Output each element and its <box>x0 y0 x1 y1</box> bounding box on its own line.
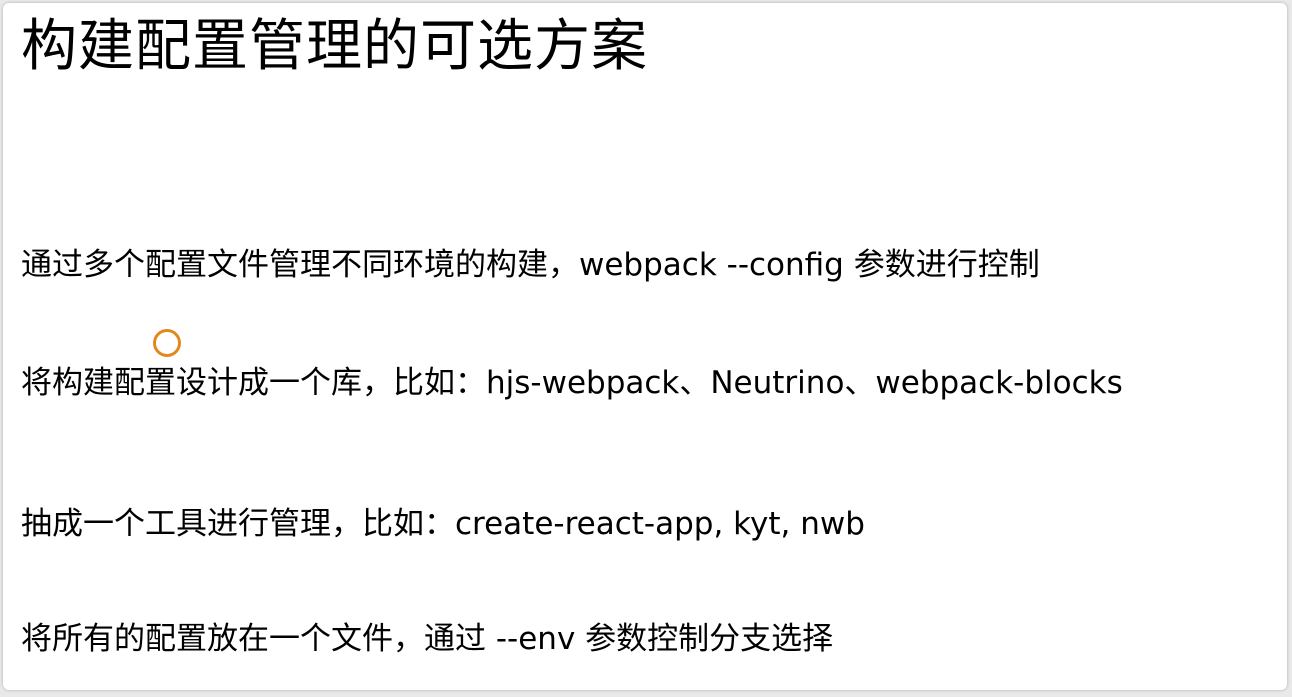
slide: 构建配置管理的可选方案 通过多个配置文件管理不同环境的构建，webpack --… <box>3 3 1287 690</box>
cursor-highlight-icon <box>153 329 181 357</box>
bullet-item: 通过多个配置文件管理不同环境的构建，webpack --config 参数进行控… <box>21 247 1040 283</box>
bullet-item: 将构建配置设计成一个库，比如：hjs-webpack、Neutrino、webp… <box>21 365 1123 401</box>
bullet-item: 抽成一个工具进行管理，比如：create-react-app, kyt, nwb <box>21 506 865 542</box>
slide-title: 构建配置管理的可选方案 <box>21 14 648 79</box>
bullet-item: 将所有的配置放在一个文件，通过 --env 参数控制分支选择 <box>21 621 834 657</box>
